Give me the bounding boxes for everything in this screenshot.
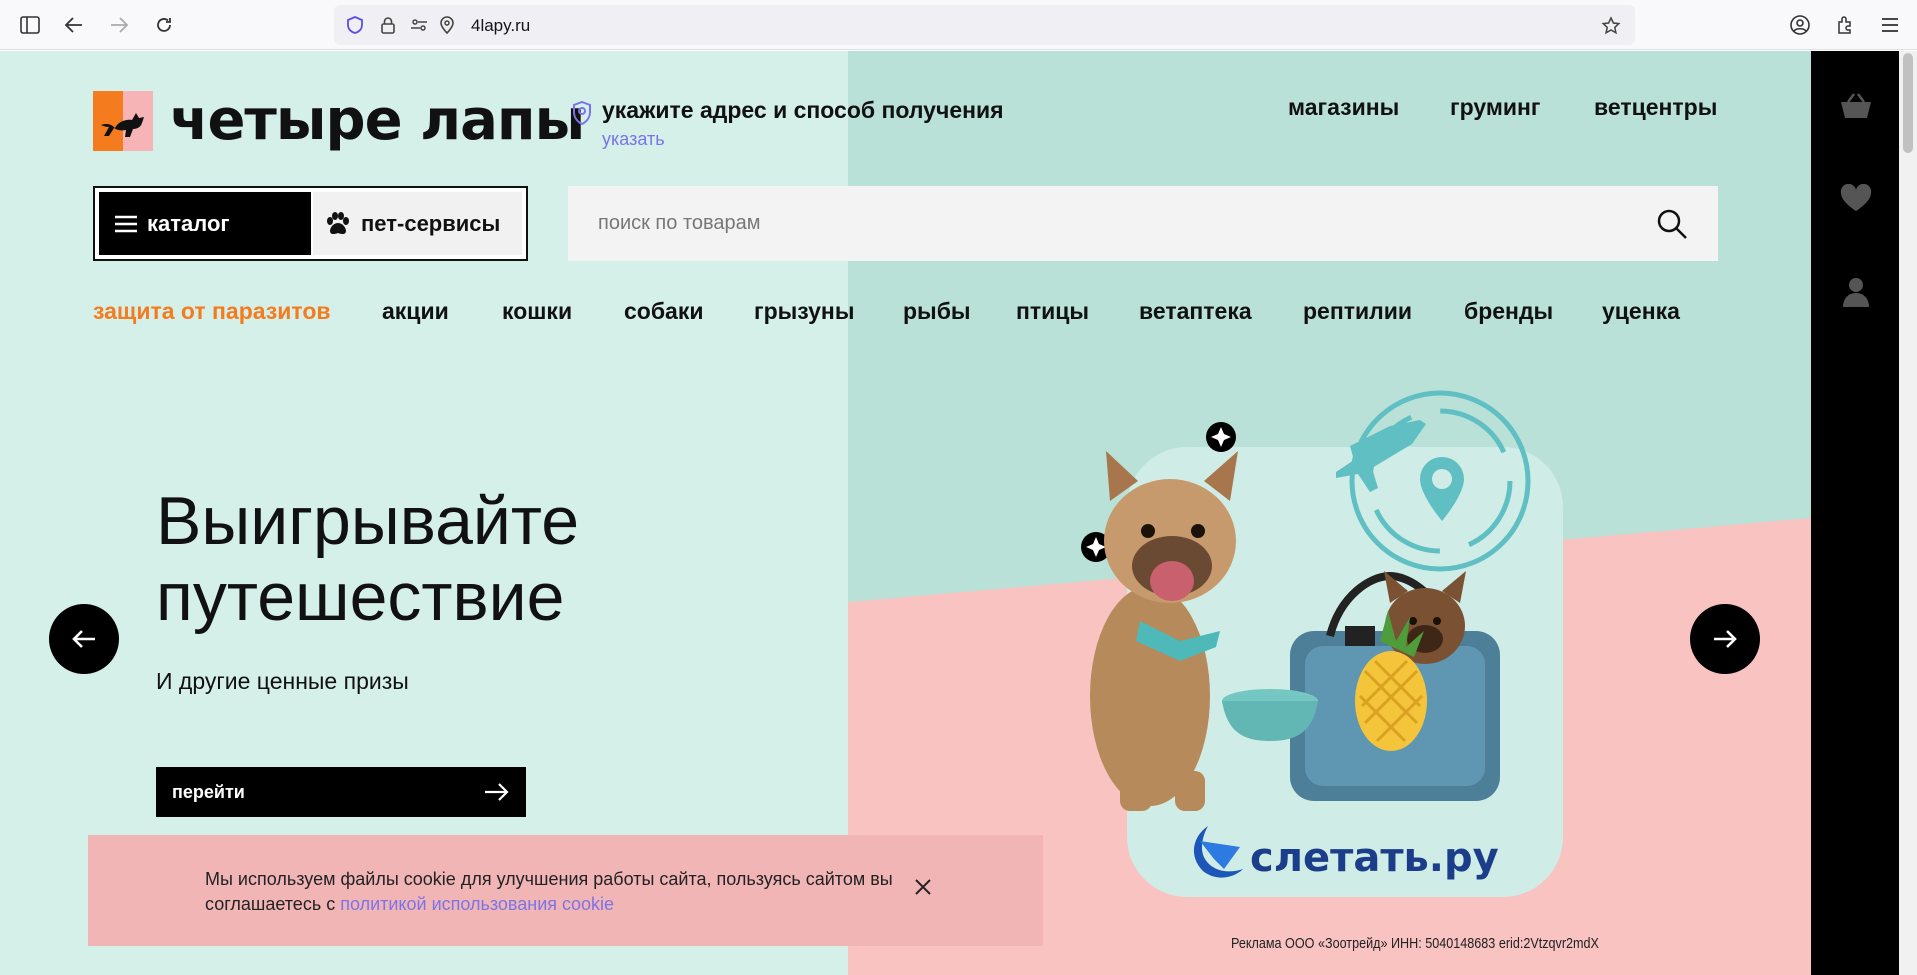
category-discount[interactable]: уценка: [1602, 298, 1680, 325]
extensions-icon[interactable]: [1833, 13, 1857, 37]
category-fish[interactable]: рыбы: [903, 298, 971, 325]
location-pin-icon[interactable]: [572, 100, 592, 130]
scrollbar[interactable]: [1899, 51, 1917, 975]
page: 4lapy.ru четыре лапы укажите адрес и спо…: [0, 0, 1917, 975]
location-icon[interactable]: [438, 16, 456, 35]
bookmark-star-icon[interactable]: [1601, 16, 1621, 35]
heart-icon[interactable]: [1839, 181, 1873, 215]
hero-title-line2: путешествие: [156, 559, 565, 635]
promo-illustration: слетать.ру: [1081, 390, 1531, 881]
category-birds[interactable]: птицы: [1016, 298, 1089, 325]
search-icon[interactable]: [1656, 208, 1688, 245]
sletat-logo-icon: [1193, 826, 1243, 878]
catalog-label: каталог: [147, 210, 230, 236]
site-content: четыре лапы укажите адрес и способ получ…: [0, 51, 1811, 975]
browser-toolbar: 4lapy.ru: [0, 0, 1917, 50]
cookie-banner: Мы используем файлы cookie для улучшения…: [88, 835, 1043, 946]
catalog-switcher: каталог пет-сервисы: [93, 186, 528, 261]
forward-icon[interactable]: [107, 13, 131, 37]
category-cats[interactable]: кошки: [502, 298, 572, 325]
address-bar[interactable]: 4lapy.ru: [334, 5, 1635, 45]
nav-grooming[interactable]: груминг: [1450, 94, 1540, 121]
user-icon[interactable]: [1839, 275, 1873, 309]
lock-icon[interactable]: [379, 16, 397, 34]
hero-cta-label: перейти: [172, 781, 245, 802]
category-dogs[interactable]: собаки: [624, 298, 704, 325]
hero-title-line1: Выигрывайте: [156, 483, 580, 559]
permissions-icon[interactable]: [410, 16, 428, 34]
menu-icon[interactable]: [1878, 13, 1902, 37]
close-icon[interactable]: [908, 872, 938, 902]
hero-title: Выигрывайте путешествие: [156, 483, 579, 635]
cookie-text: Мы используем файлы cookie для улучшения…: [205, 867, 905, 917]
carousel-next-button[interactable]: [1690, 604, 1760, 674]
arrow-left-icon: [72, 630, 95, 648]
hero-cta-button[interactable]: перейти: [156, 767, 526, 817]
ad-disclaimer: Реклама ООО «Зоотрейд» ИНН: 5040148683 e…: [1231, 935, 1599, 952]
back-icon[interactable]: [62, 13, 86, 37]
paw-icon: [327, 211, 349, 234]
pet-services-label: пет-сервисы: [361, 210, 501, 236]
nav-vet-centers[interactable]: ветцентры: [1594, 94, 1717, 121]
category-promotions[interactable]: акции: [382, 298, 449, 325]
promo-brand: слетать.ру: [1250, 835, 1499, 881]
hamburger-icon: [115, 215, 137, 232]
arrow-right-icon: [1714, 630, 1737, 648]
arrow-right-icon: [485, 783, 509, 801]
airplane-icon: [1336, 420, 1426, 492]
right-rail: [1811, 51, 1899, 975]
logo-icon[interactable]: [93, 91, 153, 151]
shield-icon[interactable]: [346, 16, 364, 34]
search-input[interactable]: [598, 186, 1598, 261]
logo-text[interactable]: четыре лапы: [170, 91, 585, 151]
sidebar-icon[interactable]: [18, 13, 42, 37]
pet-services-button[interactable]: пет-сервисы: [313, 192, 522, 255]
cookie-policy-link[interactable]: политикой использования cookie: [340, 894, 614, 914]
category-brands[interactable]: бренды: [1464, 298, 1553, 325]
reload-icon[interactable]: [152, 13, 176, 37]
basket-icon[interactable]: [1839, 89, 1873, 123]
category-reptiles[interactable]: рептилии: [1303, 298, 1412, 325]
account-icon[interactable]: [1788, 13, 1812, 37]
carousel-prev-button[interactable]: [49, 604, 119, 674]
search-bar: [568, 186, 1718, 261]
nav-stores[interactable]: магазины: [1288, 94, 1399, 121]
address-link[interactable]: указать: [602, 129, 665, 150]
scrollbar-thumb[interactable]: [1903, 53, 1913, 153]
category-rodents[interactable]: грызуны: [754, 298, 854, 325]
url-text[interactable]: 4lapy.ru: [471, 16, 530, 36]
catalog-button[interactable]: каталог: [99, 192, 311, 255]
hero-subtitle: И другие ценные призы: [156, 668, 409, 694]
address-prompt[interactable]: укажите адрес и способ получения: [602, 97, 1004, 124]
category-parasite-protection[interactable]: защита от паразитов: [93, 298, 331, 325]
category-pharmacy[interactable]: ветаптека: [1139, 298, 1252, 325]
